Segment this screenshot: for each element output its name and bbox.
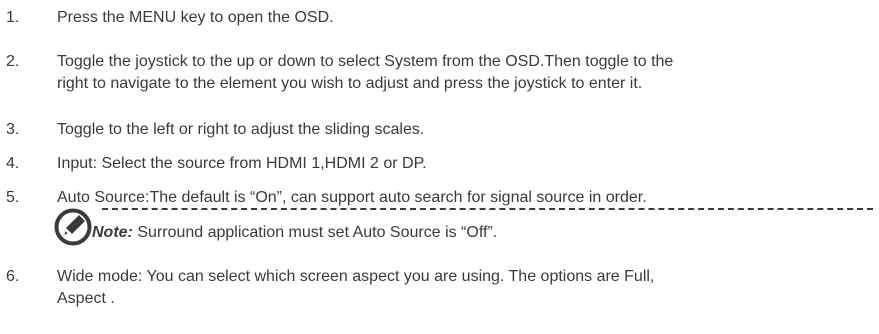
step-text: Press the MENU key to open the OSD. [57,7,872,29]
note-label: Note: [92,224,133,241]
step-number: 2. [6,53,20,70]
step-line: Auto Source:The default is “On”, can sup… [57,189,647,206]
step-text: Wide mode: You can select which screen a… [57,266,872,310]
step-number: 3. [6,121,20,138]
pen-in-circle-icon [53,207,93,247]
step-line: Toggle the joystick to the up or down to… [57,53,674,70]
note-text: Note: Surround application must set Auto… [92,222,497,244]
note-body: Surround application must set Auto Sourc… [132,224,498,241]
step-text: Input: Select the source from HDMI 1,HDM… [57,153,872,175]
step-number: 6. [6,268,20,285]
step-number: 4. [6,155,20,172]
note-box: Note: Surround application must set Auto… [53,207,879,247]
step-line: Aspect . [57,290,115,307]
step-line: Toggle to the left or right to adjust th… [57,121,425,138]
step-text: Toggle to the left or right to adjust th… [57,119,872,141]
step-text: Toggle the joystick to the up or down to… [57,51,872,95]
step-line: Wide mode: You can select which screen a… [57,268,655,285]
step-line: Input: Select the source from HDMI 1,HDM… [57,155,427,172]
step-text: Auto Source:The default is “On”, can sup… [57,187,872,209]
step-number: 1. [6,9,20,26]
step-number: 5. [6,189,20,206]
step-line: right to navigate to the element you wis… [57,75,643,92]
note-divider [102,208,873,213]
step-line: Press the MENU key to open the OSD. [57,9,334,26]
